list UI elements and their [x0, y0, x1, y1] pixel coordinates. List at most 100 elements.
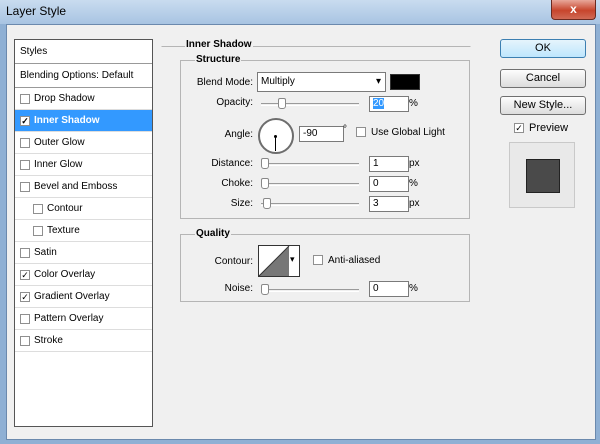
preview-swatch [526, 159, 560, 193]
blend-mode-value: Multiply [261, 76, 295, 87]
size-value: 3 [373, 198, 379, 209]
style-item-pattern-overlay[interactable]: Pattern Overlay [15, 308, 152, 330]
style-item-inner-shadow[interactable]: ✓ Inner Shadow [15, 110, 152, 132]
style-item-inner-glow[interactable]: Inner Glow [15, 154, 152, 176]
preview-label[interactable]: Preview [529, 122, 568, 134]
style-item-label: Inner Shadow [34, 115, 100, 126]
angle-degree-unit: ° [343, 124, 347, 135]
style-item-stroke[interactable]: Stroke [15, 330, 152, 352]
ok-button[interactable]: OK [500, 39, 586, 58]
style-item-bevel-and-emboss[interactable]: Bevel and Emboss [15, 176, 152, 198]
size-slider-thumb[interactable] [263, 198, 271, 209]
structure-title: Structure [195, 54, 242, 65]
distance-value: 1 [373, 158, 379, 169]
style-item-label: Gradient Overlay [34, 291, 110, 302]
style-item-label: Stroke [34, 335, 63, 346]
opacity-slider-thumb[interactable] [278, 98, 286, 109]
anti-aliased-label[interactable]: Anti-aliased [328, 255, 380, 266]
opacity-input[interactable]: 20 [369, 96, 409, 112]
style-item-label: Bevel and Emboss [34, 181, 118, 192]
blend-color-swatch[interactable] [390, 74, 420, 90]
angle-input[interactable]: -90 [299, 126, 344, 142]
style-item-checkbox[interactable] [20, 314, 30, 324]
style-item-checkbox[interactable] [20, 182, 30, 192]
opacity-unit: % [409, 98, 418, 109]
distance-input[interactable]: 1 [369, 156, 409, 172]
style-item-label: Inner Glow [34, 159, 83, 170]
chevron-down-icon: ▾ [290, 254, 295, 264]
angle-dial-needle [275, 136, 276, 151]
styles-header-label: Styles [20, 46, 48, 57]
new-style-button[interactable]: New Style... [500, 96, 586, 115]
style-item-checkbox[interactable] [20, 336, 30, 346]
size-unit: px [409, 198, 420, 209]
noise-slider-track[interactable] [261, 289, 359, 292]
style-item-checkbox[interactable]: ✓ [20, 116, 30, 126]
window-title: Layer Style [6, 4, 67, 18]
contour-label: Contour: [214, 256, 253, 267]
opacity-value: 20 [373, 98, 385, 109]
style-item-label: Texture [47, 225, 80, 236]
choke-unit: % [409, 178, 418, 189]
style-item-label: Contour [47, 203, 83, 214]
opacity-label: Opacity: [216, 97, 253, 108]
blending-options-item[interactable]: Blending Options: Default [15, 64, 152, 88]
choke-slider-thumb[interactable] [261, 178, 269, 189]
blend-mode-select[interactable]: Multiply ▾ [257, 72, 386, 92]
use-global-light-label[interactable]: Use Global Light [371, 127, 445, 138]
noise-input[interactable]: 0 [369, 281, 409, 297]
style-item-checkbox[interactable] [20, 138, 30, 148]
style-item-checkbox[interactable] [33, 226, 43, 236]
angle-label: Angle: [224, 129, 253, 140]
noise-value: 0 [373, 283, 379, 294]
style-item-drop-shadow[interactable]: Drop Shadow [15, 88, 152, 110]
style-item-color-overlay[interactable]: ✓ Color Overlay [15, 264, 152, 286]
style-item-texture[interactable]: Texture [15, 220, 152, 242]
style-item-label: Satin [34, 247, 57, 258]
noise-unit: % [409, 283, 418, 294]
angle-dial-center [274, 135, 277, 138]
distance-unit: px [409, 158, 420, 169]
angle-dial[interactable] [258, 118, 294, 154]
style-item-satin[interactable]: Satin [15, 242, 152, 264]
contour-linear-icon [259, 246, 290, 276]
style-item-checkbox[interactable] [20, 94, 30, 104]
dialog-body: Styles Blending Options: Default Drop Sh… [6, 24, 596, 440]
preview-checkbox[interactable]: ✓ [514, 123, 524, 133]
opacity-slider-track[interactable] [261, 103, 359, 106]
size-label: Size: [230, 198, 253, 209]
angle-value: -90 [303, 128, 318, 139]
title-bar[interactable]: Layer Style x [0, 0, 600, 24]
chevron-down-icon: ▾ [375, 76, 381, 87]
distance-slider-thumb[interactable] [261, 158, 269, 169]
styles-header[interactable]: Styles [15, 40, 152, 64]
style-item-checkbox[interactable] [20, 160, 30, 170]
size-slider-track[interactable] [261, 203, 359, 206]
cancel-button[interactable]: Cancel [500, 69, 586, 88]
layer-style-dialog: Layer Style x Styles Blending Options: D… [0, 0, 600, 444]
style-item-checkbox[interactable]: ✓ [20, 270, 30, 280]
close-button[interactable]: x [551, 0, 596, 20]
noise-slider-thumb[interactable] [261, 284, 269, 295]
style-item-label: Pattern Overlay [34, 313, 104, 324]
style-item-label: Drop Shadow [34, 93, 95, 104]
use-global-light-checkbox[interactable] [356, 127, 366, 137]
blending-options-label: Blending Options: Default [20, 70, 134, 81]
style-item-checkbox[interactable] [33, 204, 43, 214]
styles-list: Styles Blending Options: Default Drop Sh… [14, 39, 153, 427]
blend-mode-label: Blend Mode: [196, 77, 253, 88]
style-item-gradient-overlay[interactable]: ✓ Gradient Overlay [15, 286, 152, 308]
anti-aliased-checkbox[interactable] [313, 255, 323, 265]
size-input[interactable]: 3 [369, 196, 409, 212]
style-item-checkbox[interactable]: ✓ [20, 292, 30, 302]
choke-slider-track[interactable] [261, 183, 359, 186]
style-item-checkbox[interactable] [20, 248, 30, 258]
distance-slider-track[interactable] [261, 163, 359, 166]
style-item-outer-glow[interactable]: Outer Glow [15, 132, 152, 154]
style-item-contour[interactable]: Contour [15, 198, 152, 220]
choke-input[interactable]: 0 [369, 176, 409, 192]
style-item-label: Outer Glow [34, 137, 85, 148]
contour-picker[interactable]: ▾ [258, 245, 300, 277]
distance-label: Distance: [211, 158, 253, 169]
choke-label: Choke: [221, 178, 253, 189]
